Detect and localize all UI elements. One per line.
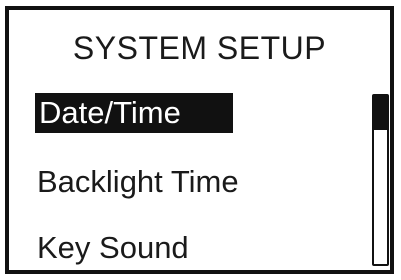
menu-item-date-time[interactable]: Date/Time: [35, 93, 233, 133]
screen-title: SYSTEM SETUP: [72, 30, 327, 66]
scrollbar[interactable]: [372, 94, 389, 266]
menu-item-backlight-time[interactable]: Backlight Time: [37, 163, 239, 201]
scrollbar-thumb[interactable]: [374, 96, 387, 130]
menu-item-key-sound[interactable]: Key Sound: [37, 229, 189, 267]
lcd-screen: SYSTEM SETUP Date/Time Backlight Time Ke…: [5, 6, 394, 274]
